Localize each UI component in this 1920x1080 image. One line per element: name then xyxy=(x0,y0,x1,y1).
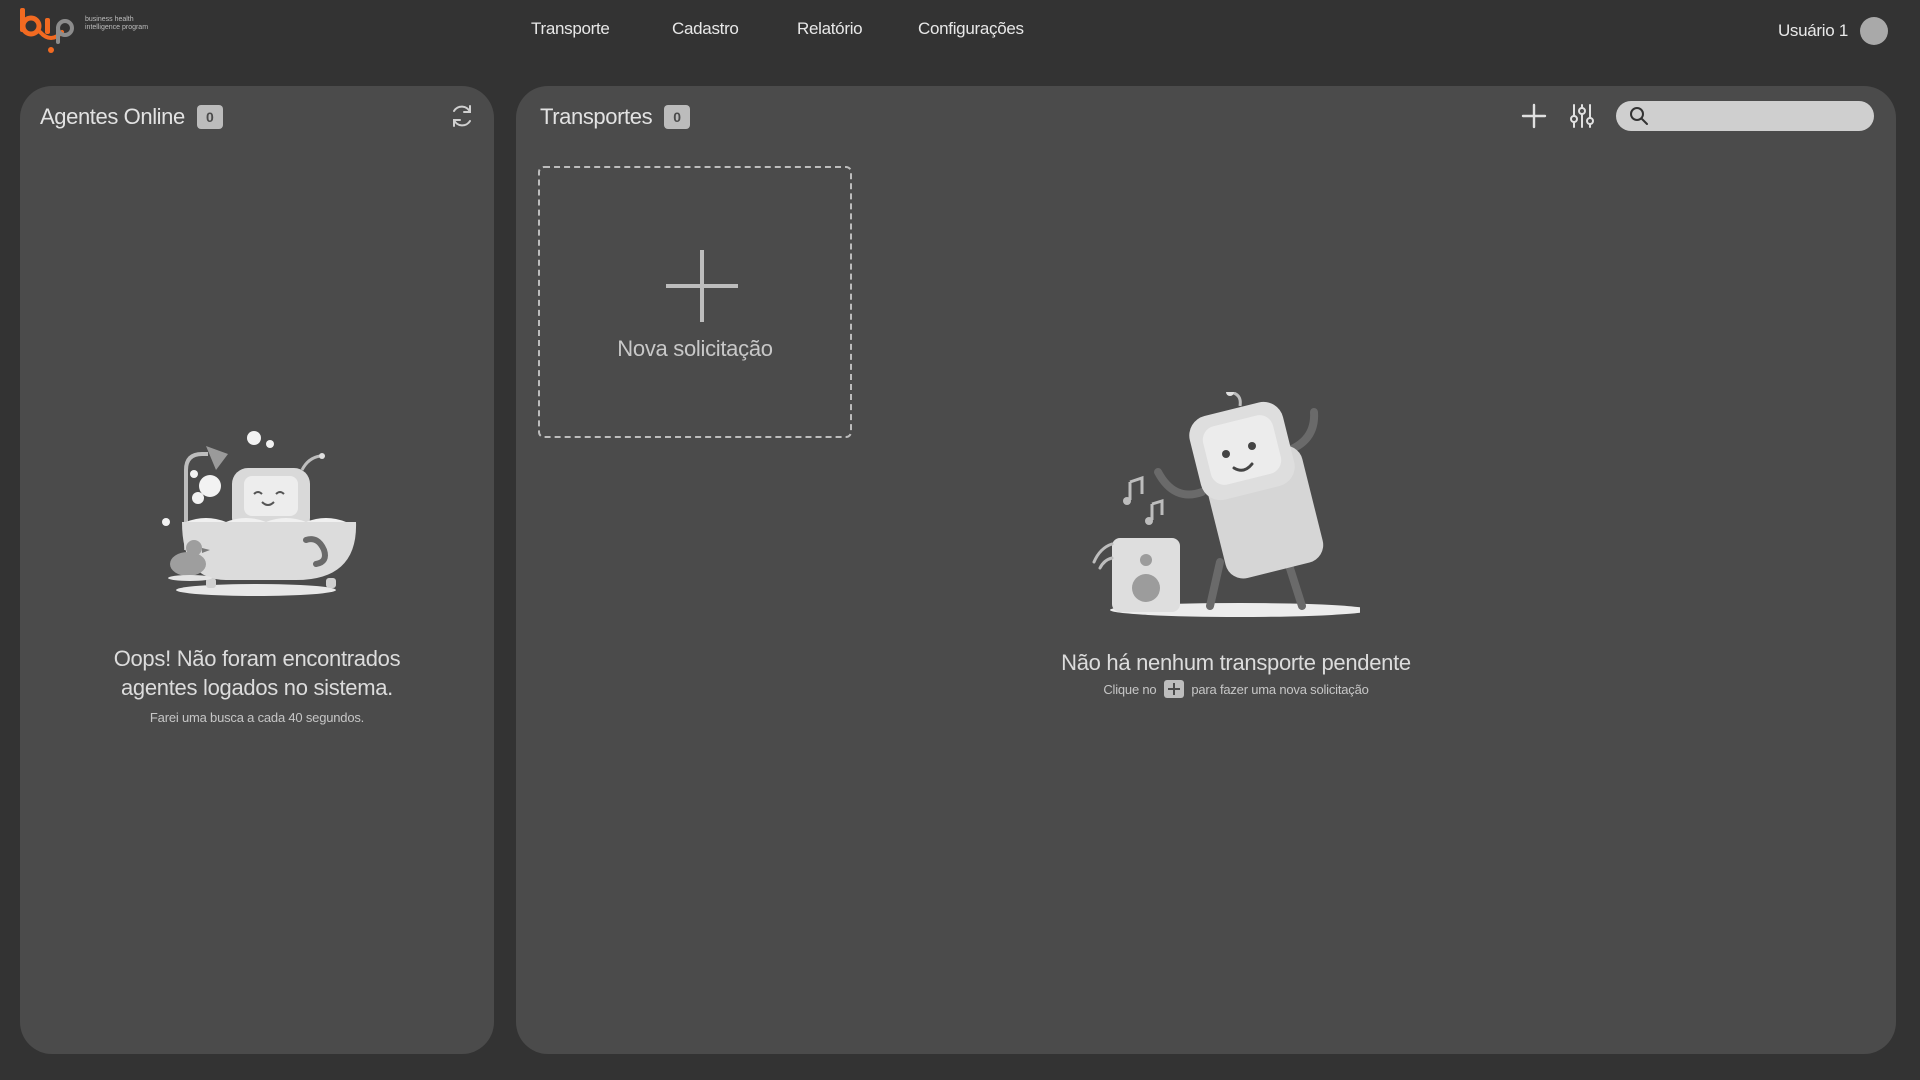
avatar[interactable] xyxy=(1860,17,1888,45)
transports-panel-title: Transportes xyxy=(540,104,653,129)
nav-item-configuracoes[interactable]: Configurações xyxy=(918,19,1024,39)
agents-online-panel: Agentes Online 0 Oops! Não foram encontr… xyxy=(20,86,494,1054)
bip-logo[interactable]: business health intelligence program xyxy=(18,8,148,56)
agents-panel-header: Agentes Online 0 xyxy=(40,100,223,134)
search-box xyxy=(1616,101,1874,131)
sliders-icon[interactable] xyxy=(1566,100,1598,132)
nav-item-relatorio[interactable]: Relatório xyxy=(797,19,863,39)
refresh-icon[interactable] xyxy=(446,100,478,132)
inline-plus-icon xyxy=(1163,680,1184,698)
transports-empty-hint: Clique no para fazer uma nova solicitaçã… xyxy=(896,680,1576,698)
agents-empty-title-line1: Oops! Não foram encontrados xyxy=(113,646,401,671)
new-request-label: Nova solicitação xyxy=(617,336,773,361)
robot-bath-illustration xyxy=(146,430,386,600)
new-request-plus-icon xyxy=(666,250,738,322)
dancing-robot-illustration xyxy=(1090,388,1370,622)
transports-panel-header: Transportes 0 xyxy=(540,100,691,134)
user-name[interactable]: Usuário 1 xyxy=(1778,21,1848,41)
logo-tagline: business health intelligence program xyxy=(85,16,149,31)
transports-count-badge: 0 xyxy=(664,105,691,129)
agents-panel-title: Agentes Online xyxy=(40,104,185,129)
nav-item-cadastro[interactable]: Cadastro xyxy=(672,19,739,39)
nav-item-transporte[interactable]: Transporte xyxy=(531,19,610,39)
agents-empty-state: Oops! Não foram encontrados agentes loga… xyxy=(20,644,494,725)
top-navigation-bar: business health intelligence program Tra… xyxy=(0,0,1920,62)
transports-empty-hint-before: Clique no xyxy=(1103,682,1157,697)
transports-empty-state: Não há nenhum transporte pendente Clique… xyxy=(896,648,1576,698)
transports-empty-hint-after: para fazer uma nova solicitação xyxy=(1191,682,1369,697)
new-request-card[interactable]: Nova solicitação xyxy=(538,166,852,438)
bip-logo-mark xyxy=(20,8,74,53)
agents-count-badge: 0 xyxy=(196,105,223,129)
plus-icon[interactable] xyxy=(1518,100,1550,132)
agents-empty-subtitle: Farei uma busca a cada 40 segundos. xyxy=(149,710,365,725)
user-menu[interactable]: Usuário 1 xyxy=(1778,16,1888,46)
search-icon xyxy=(1630,107,1648,125)
search-input[interactable] xyxy=(1656,101,1870,131)
agents-empty-title-line2: agentes logados no sistema. xyxy=(121,675,393,700)
transports-empty-title: Não há nenhum transporte pendente xyxy=(1061,650,1411,675)
transports-panel: Transportes 0 Nova solicitação Não há ne… xyxy=(516,86,1896,1054)
